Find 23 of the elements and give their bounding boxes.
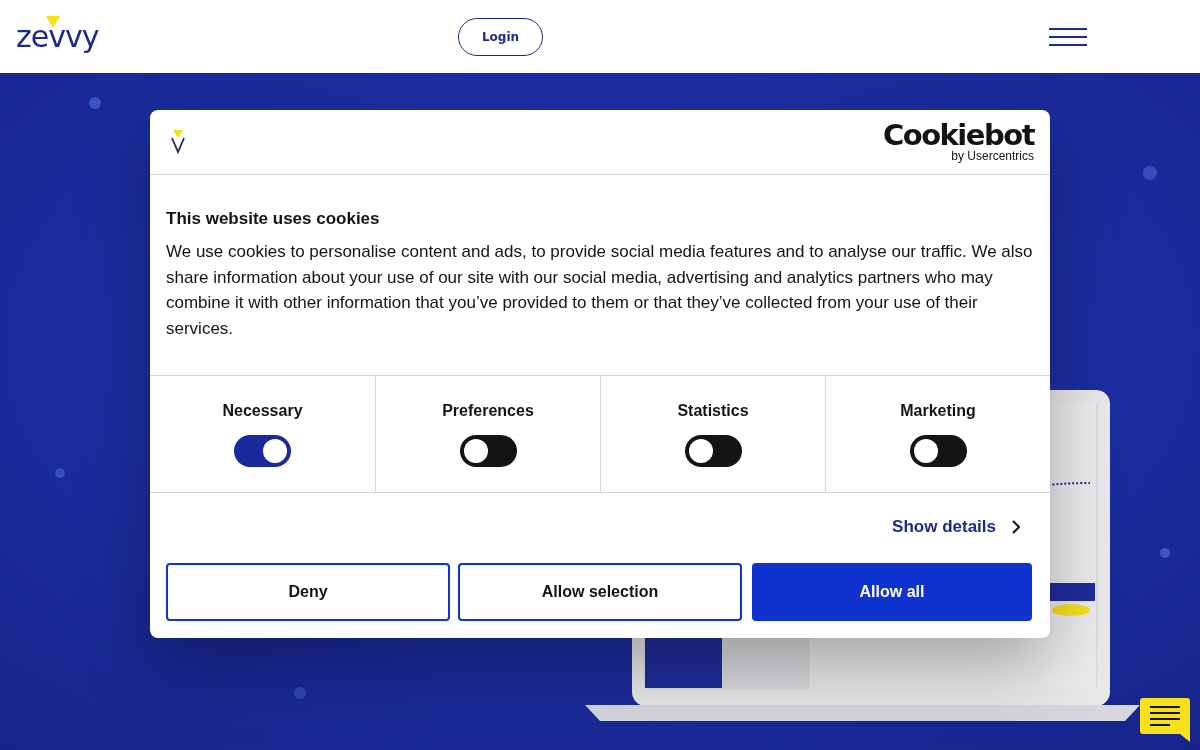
triangle-icon [46,15,60,28]
consent-button[interactable]: Allow selection [458,563,742,622]
consent-button[interactable]: Deny [166,563,450,622]
brand-byline: by Usercentrics [951,149,1034,164]
toggle-switch[interactable] [909,435,967,468]
chat-icon[interactable] [1140,698,1190,742]
menu-icon[interactable] [1049,27,1087,46]
toggle-switch[interactable] [684,435,742,468]
logo-icon [170,130,186,154]
category-label: Statistics [677,402,749,421]
logo[interactable]: zevvy [16,21,99,52]
login-button[interactable]: Login [458,17,543,56]
category-label: Marketing [900,402,976,421]
show-details-link[interactable]: Show details [892,517,1020,538]
brand-logo: Cookiebot [882,120,1034,150]
category-label: Necessary [222,402,303,421]
dialog-text: We use cookies to personalise content and ads, to provide social media features and to analyse our traffic. We also share information about your use of our site with our social media, advertising and analytics partners who may combine it with other information that you’ve provided to them or that they’ve collected from your use of their services. [166,241,1034,340]
consent-button[interactable]: Allow all [752,563,1032,622]
dialog-title: This website uses cookies [166,209,381,229]
category-label: Preferences [442,402,534,421]
toggle-switch[interactable] [459,435,517,468]
toggle-switch[interactable] [234,435,291,468]
chevron-icon [1012,520,1020,535]
